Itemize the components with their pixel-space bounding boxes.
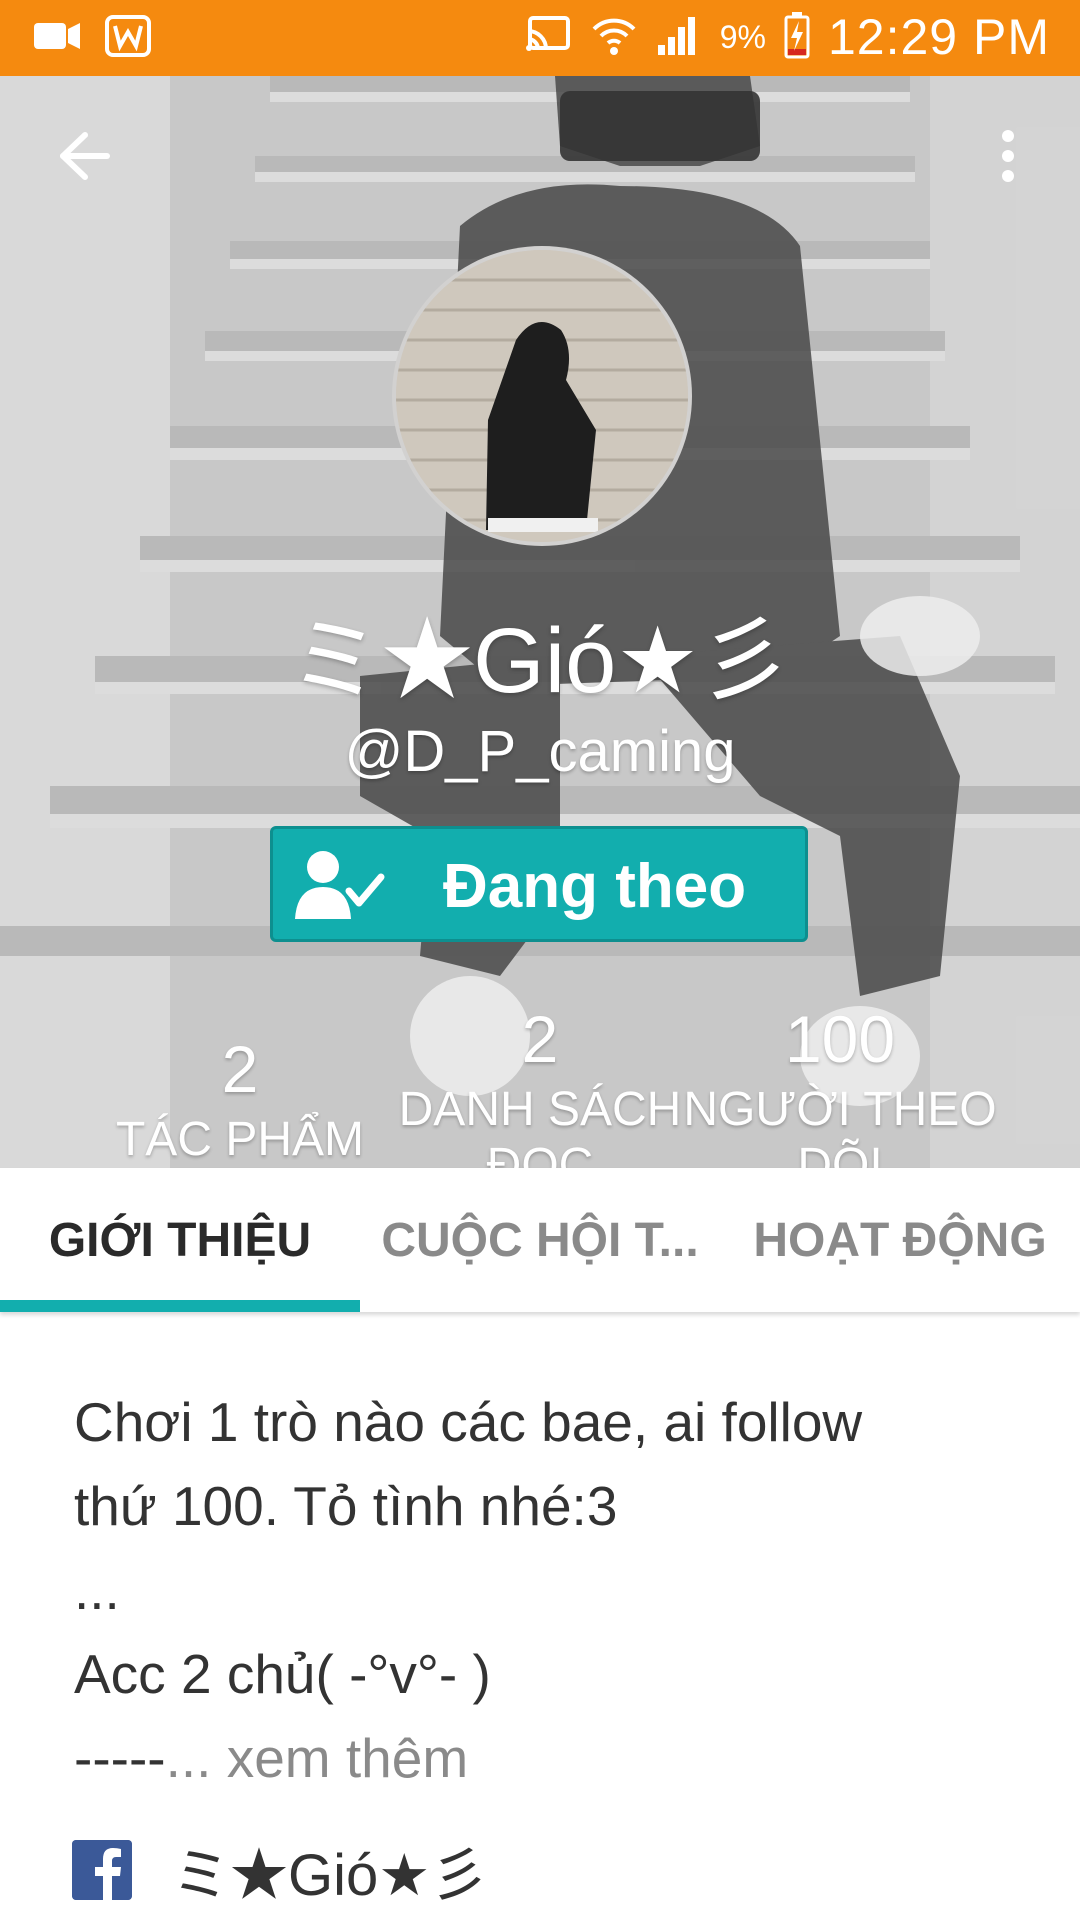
stat-value: 2 bbox=[221, 1032, 259, 1106]
bio: Chơi 1 trò nào các bae, ai follow thứ 10… bbox=[74, 1380, 1034, 1800]
stat-label: TÁC PHẨM bbox=[115, 1113, 364, 1166]
active-tab-indicator bbox=[0, 1300, 360, 1312]
more-options-button[interactable] bbox=[968, 118, 1048, 198]
stat-value: 100 bbox=[784, 1002, 896, 1076]
w-app-icon bbox=[104, 14, 152, 63]
battery-charging-icon bbox=[784, 11, 810, 64]
stat-label: NGƯỜI THEO DÕI bbox=[683, 1083, 997, 1168]
signal-icon bbox=[656, 13, 702, 62]
stat-followers[interactable]: 100 NGƯỜI THEO DÕI bbox=[680, 1004, 1000, 1168]
following-button[interactable]: Đang theo dõi bbox=[270, 826, 808, 942]
tab-conversations[interactable]: CUỘC HỘI T... bbox=[360, 1168, 720, 1312]
following-button-label: Đang theo dõi bbox=[443, 852, 747, 921]
wifi-icon bbox=[590, 11, 638, 64]
avatar[interactable] bbox=[392, 246, 692, 546]
profile-header: ミ★Gió★彡 @D_P_caming Đang theo dõi 2 TÁC … bbox=[0, 76, 1080, 1168]
avatar-image bbox=[396, 250, 688, 542]
username: @D_P_caming bbox=[344, 719, 736, 784]
facebook-icon bbox=[72, 1840, 132, 1900]
cast-icon bbox=[524, 15, 572, 60]
tab-activity[interactable]: HOẠT ĐỘNG bbox=[720, 1168, 1080, 1312]
back-button[interactable] bbox=[44, 118, 124, 198]
stat-value: 2 bbox=[521, 1002, 559, 1076]
user-check-icon bbox=[293, 847, 389, 928]
more-vertical-icon bbox=[998, 129, 1018, 188]
profile-tabs: GIỚI THIỆU CUỘC HỘI T... HOẠT ĐỘNG bbox=[0, 1168, 1080, 1312]
facebook-link[interactable]: ミ★Gió★彡 bbox=[72, 1828, 488, 1912]
status-time: 12:29 PM bbox=[827, 9, 1050, 65]
status-bar: 9% 12:29 PM bbox=[0, 0, 1080, 76]
stat-works[interactable]: 2 TÁC PHẨM bbox=[80, 1034, 400, 1168]
battery-percent: 9% bbox=[719, 18, 766, 55]
facebook-name: ミ★Gió★彡 bbox=[172, 1843, 489, 1908]
video-icon bbox=[32, 19, 82, 58]
stat-reading-lists[interactable]: 2 DANH SÁCH ĐỌC bbox=[380, 1004, 700, 1168]
arrow-left-icon bbox=[57, 131, 111, 186]
display-name: ミ★Gió★彡 bbox=[289, 610, 791, 712]
stat-label: DANH SÁCH ĐỌC bbox=[398, 1083, 682, 1168]
see-more-link[interactable]: ... xem thêm bbox=[166, 1727, 469, 1789]
tab-about[interactable]: GIỚI THIỆU bbox=[0, 1168, 360, 1312]
